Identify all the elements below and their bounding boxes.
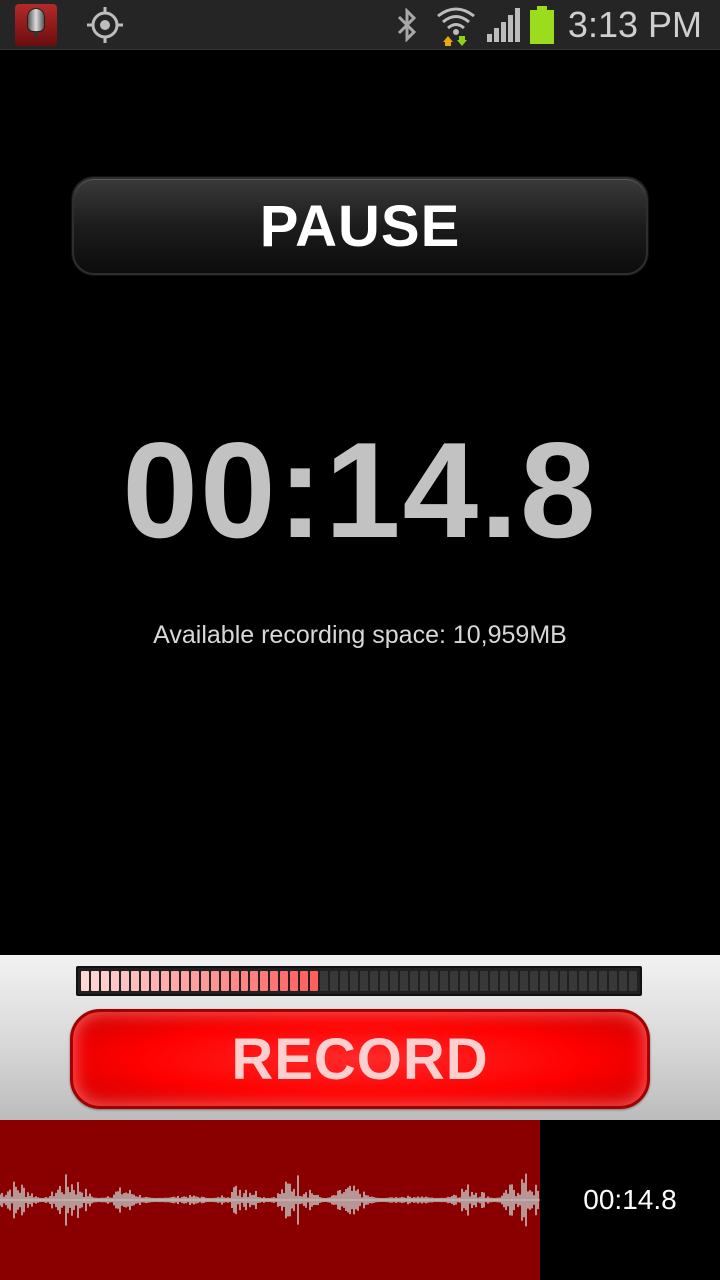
- level-meter-segment: [549, 971, 558, 991]
- control-panel: RECORD: [0, 955, 720, 1120]
- level-meter-segment: [110, 971, 119, 991]
- record-label: RECORD: [231, 1026, 489, 1092]
- level-meter-segment: [489, 971, 498, 991]
- level-meter-segment: [120, 971, 129, 991]
- level-meter-segment: [130, 971, 139, 991]
- level-meter-segment: [569, 971, 578, 991]
- level-meter-segment: [160, 971, 169, 991]
- app-icon: [15, 4, 57, 46]
- level-meter-segment: [100, 971, 109, 991]
- level-meter-segment: [180, 971, 189, 991]
- level-meter-segment: [469, 971, 478, 991]
- level-meter-segment: [380, 971, 389, 991]
- level-meter-segments: [81, 971, 638, 991]
- input-level-meter: [76, 966, 642, 996]
- level-meter-segment: [509, 971, 518, 991]
- level-meter-segment: [280, 971, 289, 991]
- level-meter-segment: [419, 971, 428, 991]
- waveform-panel[interactable]: [0, 1120, 540, 1280]
- waveform: [0, 1173, 540, 1227]
- level-meter-segment: [529, 971, 538, 991]
- elapsed-timer: 00:14.8: [122, 414, 598, 566]
- gps-icon: [87, 7, 123, 43]
- level-meter-segment: [210, 971, 219, 991]
- waveform-time: 00:14.8: [583, 1184, 677, 1215]
- level-meter-segment: [330, 971, 339, 991]
- level-meter-segment: [350, 971, 359, 991]
- level-meter-segment: [300, 971, 309, 991]
- level-meter-segment: [360, 971, 369, 991]
- level-meter-segment: [260, 971, 269, 991]
- level-meter-segment: [519, 971, 528, 991]
- level-meter-segment: [250, 971, 259, 991]
- level-meter-segment: [340, 971, 349, 991]
- level-meter-segment: [320, 971, 329, 991]
- waveform-time-panel: 00:14.8: [540, 1120, 720, 1280]
- level-meter-segment: [449, 971, 458, 991]
- level-meter-segment: [190, 971, 199, 991]
- level-meter-segment: [609, 971, 618, 991]
- level-meter-segment: [220, 971, 229, 991]
- bluetooth-icon: [397, 8, 417, 42]
- level-meter-segment: [499, 971, 508, 991]
- level-meter-segment: [559, 971, 568, 991]
- level-meter-segment: [240, 971, 249, 991]
- clock: 3:13 PM: [567, 4, 702, 45]
- level-meter-segment: [200, 971, 209, 991]
- signal-icon: [487, 8, 520, 42]
- level-meter-segment: [479, 971, 488, 991]
- wifi-icon: [437, 7, 475, 46]
- level-meter-segment: [409, 971, 418, 991]
- pause-label: PAUSE: [259, 193, 461, 259]
- level-meter-segment: [589, 971, 598, 991]
- status-bar: 3:13 PM: [0, 0, 720, 50]
- pause-button[interactable]: PAUSE: [72, 177, 648, 275]
- level-meter-segment: [629, 971, 638, 991]
- level-meter-segment: [429, 971, 438, 991]
- level-meter-segment: [310, 971, 319, 991]
- level-meter-segment: [81, 971, 89, 991]
- level-meter-segment: [230, 971, 239, 991]
- level-meter-segment: [90, 971, 99, 991]
- level-meter-segment: [270, 971, 279, 991]
- level-meter-segment: [370, 971, 379, 991]
- level-meter-segment: [290, 971, 299, 991]
- level-meter-segment: [150, 971, 159, 991]
- level-meter-segment: [140, 971, 149, 991]
- level-meter-segment: [459, 971, 468, 991]
- level-meter-segment: [619, 971, 628, 991]
- level-meter-segment: [170, 971, 179, 991]
- level-meter-segment: [599, 971, 608, 991]
- level-meter-segment: [439, 971, 448, 991]
- battery-icon: [529, 6, 555, 44]
- available-space-label: Available recording space: 10,959MB: [153, 621, 567, 649]
- level-meter-segment: [390, 971, 398, 991]
- level-meter-segment: [539, 971, 548, 991]
- level-meter-segment: [579, 971, 588, 991]
- record-button[interactable]: RECORD: [70, 1009, 650, 1109]
- level-meter-segment: [400, 971, 408, 991]
